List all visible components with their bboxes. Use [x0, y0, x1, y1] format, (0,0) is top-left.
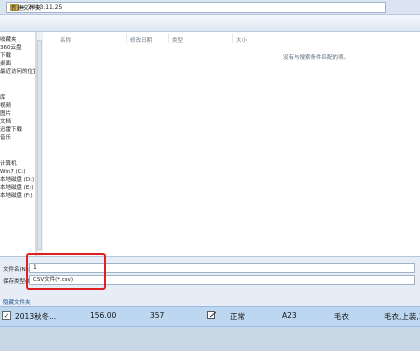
navigation-pane: 收藏夹 360云盘 下载 桌面 最近访问的位置 库 视频 图片 文档 迅雷下载 …	[0, 32, 36, 256]
row-checkbox[interactable]: ✓	[2, 311, 11, 320]
nav-item-drive-f[interactable]: 本地磁盘 (F:)	[0, 192, 35, 200]
nav-item-recent[interactable]: 最近访问的位置	[0, 68, 35, 76]
empty-message: 没有与搜索条件匹配的项。	[283, 55, 350, 61]
nav-item-drive-e[interactable]: 本地磁盘 (E:)	[0, 184, 35, 192]
nav-item-music[interactable]: 音乐	[0, 134, 35, 142]
nav-item-videos[interactable]: 视频	[0, 102, 35, 110]
nav-item-downloads[interactable]: 下载	[0, 52, 35, 60]
nav-item-360[interactable]: 360云盘	[0, 44, 35, 52]
nav-item-favorites[interactable]: 收藏夹	[0, 36, 35, 44]
highlight-annotation-box	[26, 253, 106, 290]
hide-folders-button[interactable]: 隐藏文件夹	[3, 298, 31, 306]
cell-quantity[interactable]: 357	[150, 311, 164, 320]
column-name[interactable]: 名称	[60, 36, 71, 44]
cell-status[interactable]: 正常	[230, 311, 245, 322]
column-divider	[232, 34, 233, 43]
cell-product[interactable]: 2013秋冬...	[15, 311, 56, 322]
toolbar	[0, 15, 420, 32]
column-type[interactable]: 类型	[172, 36, 183, 44]
address-bar[interactable]: ▸ 2013.11.25	[6, 2, 386, 13]
nav-item-desktop[interactable]: 桌面	[0, 60, 35, 68]
nav-item-drive-c[interactable]: Win7 (C:)	[0, 168, 35, 176]
nav-item-thunder[interactable]: 迅雷下载	[0, 126, 35, 134]
cell-price[interactable]: 156.00	[90, 311, 116, 320]
file-list[interactable]	[43, 32, 420, 256]
cell-code[interactable]: A23	[282, 311, 297, 320]
nav-scrollbar-thumb[interactable]	[37, 40, 42, 250]
nav-item-computer[interactable]: 计算机	[0, 160, 35, 168]
cell-category[interactable]: 毛衣	[334, 311, 349, 322]
column-divider	[168, 34, 169, 43]
column-date[interactable]: 修改日期	[130, 36, 152, 44]
edit-icon[interactable]	[207, 311, 217, 320]
nav-item-libraries[interactable]: 库	[0, 94, 35, 102]
column-divider	[126, 34, 127, 43]
nav-item-drive-d[interactable]: 本地磁盘 (D:)	[0, 176, 35, 184]
nav-item-documents[interactable]: 文档	[0, 118, 35, 126]
column-size[interactable]: 大小	[236, 36, 247, 44]
nav-item-pictures[interactable]: 图片	[0, 110, 35, 118]
cell-tags[interactable]: 毛衣,上装,1	[384, 311, 420, 322]
new-folder-button[interactable]: 新建文件夹	[8, 4, 44, 14]
